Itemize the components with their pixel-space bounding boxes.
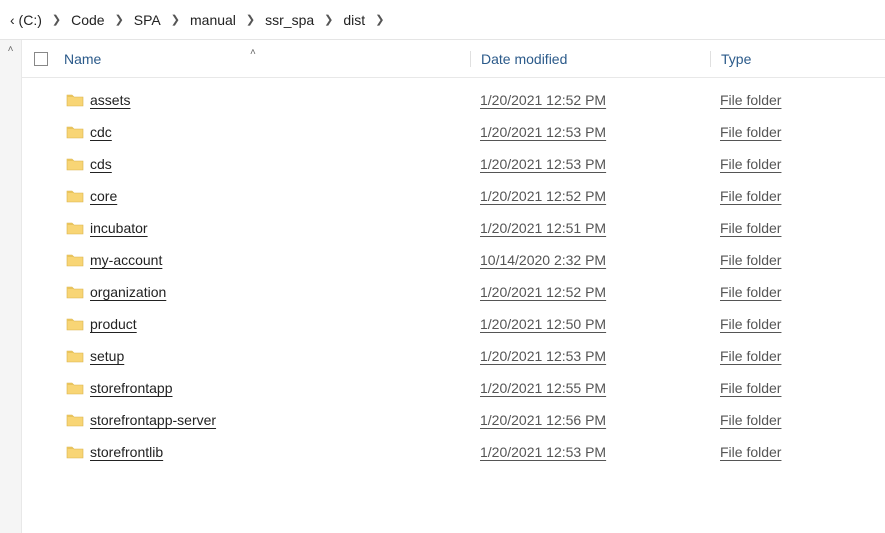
- table-row[interactable]: storefrontlib1/20/2021 12:53 PMFile fold…: [22, 436, 885, 468]
- chevron-right-icon: ❯: [169, 13, 182, 26]
- folder-icon: [60, 93, 90, 107]
- table-row[interactable]: cdc1/20/2021 12:53 PMFile folder: [22, 116, 885, 148]
- folder-icon: [60, 285, 90, 299]
- breadcrumb[interactable]: ‹ (C:) ❯ Code ❯ SPA ❯ manual ❯ ssr_spa ❯…: [0, 0, 885, 40]
- file-date-modified: 1/20/2021 12:52 PM: [470, 92, 710, 108]
- file-name[interactable]: core: [90, 188, 470, 204]
- file-date-modified: 1/20/2021 12:52 PM: [470, 284, 710, 300]
- folder-icon: [60, 189, 90, 203]
- breadcrumb-item[interactable]: dist: [339, 10, 369, 30]
- chevron-right-icon: ❯: [244, 13, 257, 26]
- folder-icon: [60, 125, 90, 139]
- table-row[interactable]: incubator1/20/2021 12:51 PMFile folder: [22, 212, 885, 244]
- file-date-modified: 1/20/2021 12:56 PM: [470, 412, 710, 428]
- file-name[interactable]: incubator: [90, 220, 470, 236]
- file-name[interactable]: product: [90, 316, 470, 332]
- file-name[interactable]: storefrontapp-server: [90, 412, 470, 428]
- file-name[interactable]: storefrontapp: [90, 380, 470, 396]
- table-row[interactable]: core1/20/2021 12:52 PMFile folder: [22, 180, 885, 212]
- file-type: File folder: [710, 444, 885, 460]
- file-type: File folder: [710, 412, 885, 428]
- file-type: File folder: [710, 316, 885, 332]
- file-date-modified: 1/20/2021 12:55 PM: [470, 380, 710, 396]
- chevron-right-icon: ❯: [113, 13, 126, 26]
- file-type: File folder: [710, 124, 885, 140]
- sort-indicator-icon: ˄: [250, 47, 256, 58]
- file-name[interactable]: organization: [90, 284, 470, 300]
- file-type: File folder: [710, 92, 885, 108]
- table-row[interactable]: my-account10/14/2020 2:32 PMFile folder: [22, 244, 885, 276]
- column-header-label: Date modified: [481, 51, 567, 67]
- file-name[interactable]: storefrontlib: [90, 444, 470, 460]
- folder-icon: [60, 413, 90, 427]
- column-headers: Name ˄ Date modified Type: [22, 40, 885, 78]
- table-row[interactable]: assets1/20/2021 12:52 PMFile folder: [22, 84, 885, 116]
- table-row[interactable]: cds1/20/2021 12:53 PMFile folder: [22, 148, 885, 180]
- folder-icon: [60, 253, 90, 267]
- chevron-right-icon: ❯: [50, 13, 63, 26]
- folder-icon: [60, 221, 90, 235]
- column-header-name[interactable]: Name ˄: [60, 51, 470, 67]
- column-header-label: Type: [721, 51, 751, 67]
- table-row[interactable]: storefrontapp-server1/20/2021 12:56 PMFi…: [22, 404, 885, 436]
- file-type: File folder: [710, 156, 885, 172]
- file-date-modified: 1/20/2021 12:52 PM: [470, 188, 710, 204]
- file-name[interactable]: cdc: [90, 124, 470, 140]
- breadcrumb-item[interactable]: SPA: [130, 10, 165, 30]
- file-date-modified: 1/20/2021 12:53 PM: [470, 348, 710, 364]
- folder-icon: [60, 381, 90, 395]
- file-type: File folder: [710, 188, 885, 204]
- folder-icon: [60, 157, 90, 171]
- file-name[interactable]: my-account: [90, 252, 470, 268]
- file-type: File folder: [710, 284, 885, 300]
- file-type: File folder: [710, 348, 885, 364]
- chevron-right-icon: ❯: [373, 13, 386, 26]
- file-date-modified: 1/20/2021 12:51 PM: [470, 220, 710, 236]
- file-date-modified: 1/20/2021 12:50 PM: [470, 316, 710, 332]
- file-type: File folder: [710, 380, 885, 396]
- file-date-modified: 1/20/2021 12:53 PM: [470, 444, 710, 460]
- table-row[interactable]: setup1/20/2021 12:53 PMFile folder: [22, 340, 885, 372]
- table-row[interactable]: organization1/20/2021 12:52 PMFile folde…: [22, 276, 885, 308]
- file-name[interactable]: cds: [90, 156, 470, 172]
- chevron-right-icon: ❯: [322, 13, 335, 26]
- file-date-modified: 1/20/2021 12:53 PM: [470, 124, 710, 140]
- column-header-label: Name: [64, 51, 101, 67]
- file-name[interactable]: setup: [90, 348, 470, 364]
- column-header-date[interactable]: Date modified: [470, 51, 710, 67]
- breadcrumb-item[interactable]: Code: [67, 10, 108, 30]
- table-row[interactable]: storefrontapp1/20/2021 12:55 PMFile fold…: [22, 372, 885, 404]
- file-date-modified: 10/14/2020 2:32 PM: [470, 252, 710, 268]
- breadcrumb-item[interactable]: ‹ (C:): [6, 10, 46, 30]
- folder-icon: [60, 317, 90, 331]
- scroll-up-icon[interactable]: ˄: [0, 44, 21, 55]
- column-header-type[interactable]: Type: [710, 51, 885, 67]
- breadcrumb-item[interactable]: ssr_spa: [261, 10, 318, 30]
- folder-icon: [60, 445, 90, 459]
- file-name[interactable]: assets: [90, 92, 470, 108]
- breadcrumb-item[interactable]: manual: [186, 10, 240, 30]
- file-list: Name ˄ Date modified Type assets1/20/202…: [22, 40, 885, 533]
- table-row[interactable]: product1/20/2021 12:50 PMFile folder: [22, 308, 885, 340]
- scrollbar-vertical[interactable]: ˄: [0, 40, 22, 533]
- select-all-checkbox[interactable]: [34, 52, 48, 66]
- folder-icon: [60, 349, 90, 363]
- file-type: File folder: [710, 252, 885, 268]
- file-type: File folder: [710, 220, 885, 236]
- file-date-modified: 1/20/2021 12:53 PM: [470, 156, 710, 172]
